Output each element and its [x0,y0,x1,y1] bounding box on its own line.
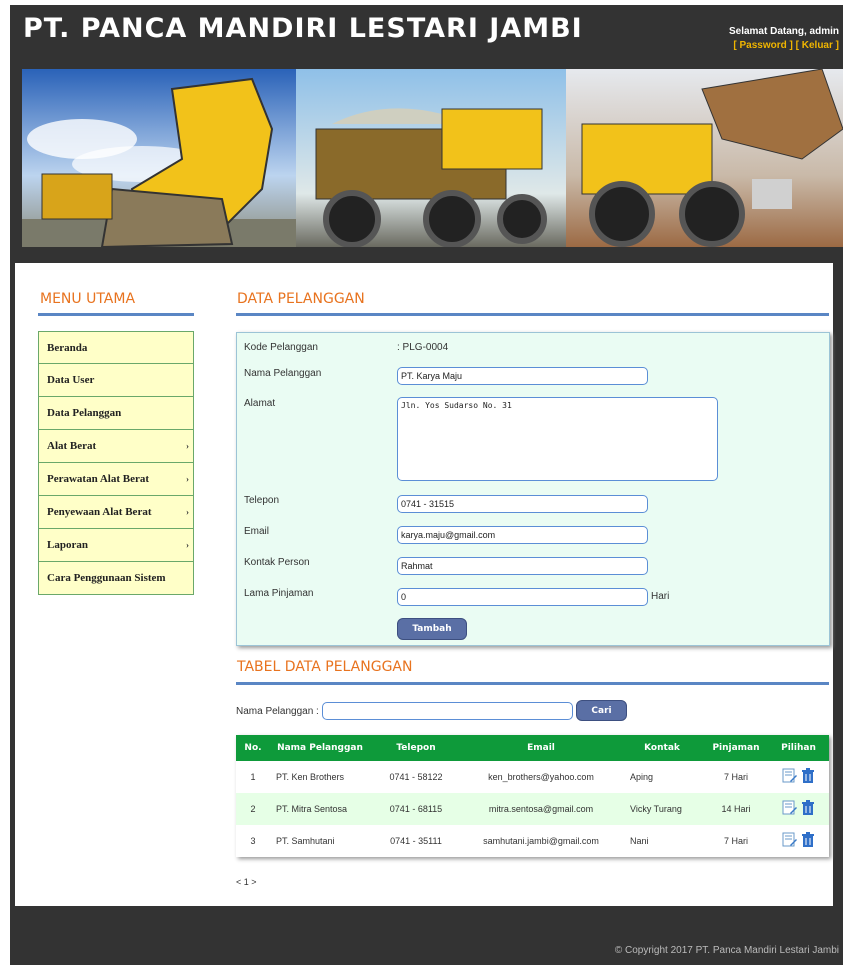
column-header: Nama Pelanggan [270,735,370,761]
kontak-label: Kontak Person [244,557,310,568]
table-row: 2 PT. Mitra Sentosa 0741 - 68115 mitra.s… [236,793,829,825]
nama-label: Nama Pelanggan [244,368,322,379]
cell-pinjaman: 7 Hari [704,761,768,793]
table-row: 1 PT. Ken Brothers 0741 - 58122 ken_brot… [236,761,829,793]
customer-form: Kode Pelanggan : PLG-0004 Nama Pelanggan… [236,332,830,646]
banner-illustration [22,69,843,247]
menu-item-label: Beranda [47,342,88,354]
menu-item-penyewaan-alat-berat[interactable]: Penyewaan Alat Berat › [38,496,194,529]
menu-item-label: Data Pelanggan [47,407,122,419]
cell-email: mitra.sentosa@gmail.com [462,793,620,825]
cell-telepon: 0741 - 68115 [370,793,462,825]
kode-value: : PLG-0004 [397,342,449,353]
column-header: Kontak [620,735,704,761]
site-title: PT. PANCA MANDIRI LESTARI JAMBI [23,13,583,44]
cell-no: 2 [236,793,270,825]
cell-nama: PT. Samhutani [270,825,370,857]
cell-pinjaman: 7 Hari [704,825,768,857]
delete-icon[interactable] [801,768,815,786]
table-row: 3 PT. Samhutani 0741 - 35111 samhutani.j… [236,825,829,857]
submenu-arrow-icon: › [186,441,189,451]
search-label: Nama Pelanggan : [236,706,319,717]
submenu-arrow-icon: › [186,507,189,517]
cell-email: ken_brothers@yahoo.com [462,761,620,793]
lama-input[interactable]: 0 [397,588,648,606]
telepon-label: Telepon [244,495,280,506]
lama-unit: Hari [651,591,670,602]
column-header: Pilihan [768,735,829,761]
edit-icon[interactable] [782,832,798,850]
nama-input[interactable]: PT. Karya Maju [397,367,648,385]
search-button[interactable]: Cari [576,700,627,721]
pagination[interactable]: < 1 > [236,877,257,887]
menu-item-alat-berat[interactable]: Alat Berat › [38,430,194,463]
menu-item-label: Alat Berat [47,440,97,452]
cell-nama: PT. Mitra Sentosa [270,793,370,825]
delete-icon[interactable] [801,832,815,850]
menu-title-rule [38,313,194,316]
table-title: TABEL DATA PELANGGAN [237,659,413,675]
menu-item-label: Cara Penggunaan Sistem [47,572,166,584]
customer-table: No. Nama Pelanggan Telepon Email Kontak … [236,735,829,857]
lama-label: Lama Pinjaman [244,588,314,599]
table-header-row: No. Nama Pelanggan Telepon Email Kontak … [236,735,829,761]
email-label: Email [244,526,270,537]
footer-copyright: © Copyright 2017 PT. Panca Mandiri Lesta… [614,945,839,956]
alamat-label: Alamat [244,398,276,409]
cell-kontak: Nani [620,825,704,857]
submenu-arrow-icon: › [186,540,189,550]
table-title-rule [236,682,829,685]
main-menu: Beranda Data User Data Pelanggan Alat Be… [38,331,194,595]
menu-item-label: Laporan [47,539,88,551]
cell-actions [768,825,829,857]
cell-pinjaman: 14 Hari [704,793,768,825]
menu-item-data-pelanggan[interactable]: Data Pelanggan [38,397,194,430]
menu-item-perawatan-alat-berat[interactable]: Perawatan Alat Berat › [38,463,194,496]
kode-label: Kode Pelanggan [244,342,318,353]
menu-item-cara-penggunaan[interactable]: Cara Penggunaan Sistem [38,562,194,595]
menu-item-beranda[interactable]: Beranda [38,331,194,364]
menu-item-label: Penyewaan Alat Berat [47,506,152,518]
form-title-rule [236,313,829,316]
menu-item-label: Data User [47,374,95,386]
banner-image [22,69,843,247]
telepon-input[interactable]: 0741 - 31515 [397,495,648,513]
form-title: DATA PELANGGAN [237,291,365,307]
email-input[interactable]: karya.maju@gmail.com [397,526,648,544]
menu-item-laporan[interactable]: Laporan › [38,529,194,562]
cell-actions [768,761,829,793]
column-header: Pinjaman [704,735,768,761]
search-input[interactable] [322,702,573,720]
cell-nama: PT. Ken Brothers [270,761,370,793]
tambah-button[interactable]: Tambah [397,618,467,640]
password-link[interactable]: [ Password ] [733,40,792,51]
cell-email: samhutani.jambi@gmail.com [462,825,620,857]
welcome-text: Selamat Datang, admin [728,26,839,37]
edit-icon[interactable] [782,768,798,786]
header: PT. PANCA MANDIRI LESTARI JAMBI Selamat … [10,5,843,65]
cell-kontak: Aping [620,761,704,793]
logout-link[interactable]: [ Keluar ] [796,40,839,51]
column-header: Telepon [370,735,462,761]
account-links: [ Password ] [ Keluar ] [733,40,839,51]
menu-item-data-user[interactable]: Data User [38,364,194,397]
menu-item-label: Perawatan Alat Berat [47,473,150,485]
cell-telepon: 0741 - 58122 [370,761,462,793]
cell-no: 3 [236,825,270,857]
cell-kontak: Vicky Turang [620,793,704,825]
submenu-arrow-icon: › [186,474,189,484]
column-header: No. [236,735,270,761]
cell-telepon: 0741 - 35111 [370,825,462,857]
edit-icon[interactable] [782,800,798,818]
column-header: Email [462,735,620,761]
delete-icon[interactable] [801,800,815,818]
menu-title: MENU UTAMA [40,291,136,307]
cell-no: 1 [236,761,270,793]
cell-actions [768,793,829,825]
alamat-textarea[interactable]: Jln. Yos Sudarso No. 31 [397,397,718,481]
kontak-input[interactable]: Rahmat [397,557,648,575]
